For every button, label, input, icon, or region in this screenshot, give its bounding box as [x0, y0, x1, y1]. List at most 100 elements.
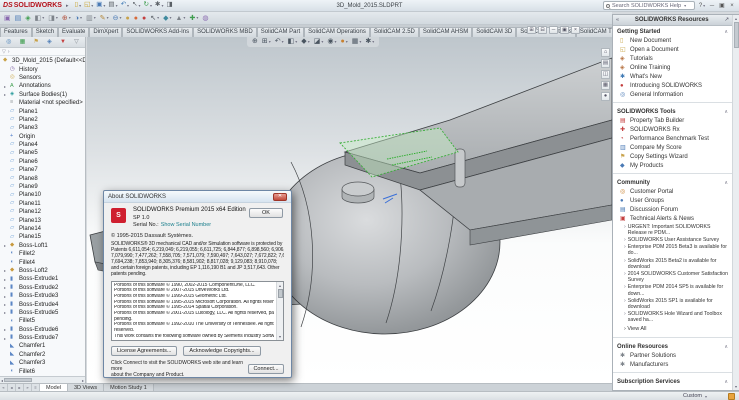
- news-link[interactable]: ›SolidWorks 2015 SP1 is available for do…: [624, 297, 729, 310]
- toolbar-icon[interactable]: ◑▾: [75, 15, 82, 22]
- tree-item[interactable]: ▸ ▮ Boss-Extrude7: [0, 334, 85, 342]
- toolbar-icon[interactable]: ✎▾: [100, 15, 109, 22]
- tree-item[interactable]: ▸ ◣ Chamfer3: [0, 359, 85, 367]
- doc-window-control-button[interactable]: ▣: [560, 26, 569, 34]
- commandmanager-tab[interactable]: SolidCAM Part: [257, 27, 304, 37]
- listbox-scrollbar[interactable]: ▴ ▾: [276, 282, 283, 340]
- commandmanager-tab[interactable]: SOLIDWORKS MBD: [193, 27, 257, 37]
- tree-item[interactable]: ▸ ▱ Plane11: [0, 200, 85, 208]
- dropdown-caret-icon[interactable]: ▾: [150, 4, 152, 8]
- task-pane-link[interactable]: ●User Groups: [613, 196, 732, 205]
- show-serial-number-link[interactable]: Show Serial Number: [161, 222, 211, 230]
- view-all-link[interactable]: › View All: [613, 324, 732, 334]
- section-online-resources[interactable]: Online Resources ∧: [613, 341, 732, 351]
- task-pane-tab[interactable]: ▤: [601, 59, 610, 68]
- tree-item[interactable]: ▸ ▮ Boss-Extrude2: [0, 284, 85, 292]
- window-control-button[interactable]: ▣: [718, 2, 726, 9]
- dropdown-caret-icon[interactable]: ▾: [116, 4, 118, 8]
- connect-button[interactable]: Connect...: [248, 364, 284, 374]
- dropdown-caret-icon[interactable]: ▾: [69, 16, 71, 20]
- task-pane-scrollbar[interactable]: ▴ ▾: [732, 15, 739, 390]
- quick-icon[interactable]: ▣▾: [96, 2, 105, 9]
- expand-arrow-icon[interactable]: ▸: [4, 302, 9, 307]
- task-pane-link[interactable]: ⚑Copy Settings Wizard: [613, 152, 732, 161]
- dropdown-caret-icon[interactable]: ▾: [196, 16, 198, 20]
- commandmanager-tab[interactable]: DimXpert: [89, 27, 122, 37]
- license-agreements-button[interactable]: License Agreements...: [111, 346, 177, 356]
- tree-item[interactable]: ▸ ▱ Plane15: [0, 233, 85, 241]
- collapse-chevron-icon[interactable]: ∧: [724, 29, 728, 35]
- dropdown-caret-icon[interactable]: ▾: [295, 40, 297, 44]
- dropdown-caret-icon[interactable]: ▾: [79, 4, 81, 8]
- news-link[interactable]: ›SOLIDWORKS Hole Wizard and Toolbox save…: [624, 311, 729, 324]
- dropdown-caret-icon[interactable]: ▾: [119, 16, 121, 20]
- tree-item[interactable]: ▸ ▮ Boss-Extrude5: [0, 309, 85, 317]
- task-pane-link[interactable]: ◔Performance Benchmark Test: [613, 134, 732, 143]
- tree-horizontal-scrollbar[interactable]: ◂ ▸: [0, 376, 85, 383]
- scroll-up-arrow-icon[interactable]: ▴: [279, 283, 281, 288]
- toolbar-icon[interactable]: ◈: [25, 15, 30, 22]
- task-pane-tab[interactable]: ◫: [601, 70, 610, 79]
- scrollbar-thumb[interactable]: [278, 289, 283, 298]
- task-pane-tab[interactable]: ⌂: [601, 48, 610, 57]
- featuremanager-tab[interactable]: ◈: [47, 39, 52, 45]
- dropdown-caret-icon[interactable]: ▾: [334, 40, 336, 44]
- tab-scroll-button[interactable]: ▸: [16, 384, 24, 391]
- tree-item[interactable]: ▸ ▱ Plane5: [0, 149, 85, 157]
- task-pane-link[interactable]: ▤Discussion Forum: [613, 205, 732, 214]
- dropdown-caret-icon[interactable]: ▾: [372, 40, 374, 44]
- tree-item[interactable]: ▸ ◖ Fillet2: [0, 250, 85, 258]
- tree-item[interactable]: ▸ ▱ Plane13: [0, 216, 85, 224]
- dropdown-caret-icon[interactable]: ▾: [139, 4, 141, 8]
- quick-icon[interactable]: ◱▾: [84, 2, 93, 9]
- task-pane-link[interactable]: ▥Compare My Score: [613, 143, 732, 152]
- document-tab[interactable]: Model: [40, 384, 68, 391]
- tree-root-item[interactable]: ◆ 3D_Mold_2015 (Default<<Default>_Dis: [0, 57, 85, 65]
- scroll-left-arrow-icon[interactable]: ◂: [1, 378, 3, 383]
- tree-item[interactable]: ▸ ▱ Plane9: [0, 183, 85, 191]
- task-pane-tab[interactable]: ▦: [601, 81, 610, 90]
- task-pane-link[interactable]: ▯New Document: [613, 36, 732, 45]
- featuremanager-tab[interactable]: ⚑: [34, 39, 39, 45]
- menu-flyout-icon[interactable]: ▸: [66, 3, 69, 9]
- scroll-down-arrow-icon[interactable]: ▾: [279, 334, 281, 339]
- expand-arrow-icon[interactable]: ▸: [4, 92, 9, 97]
- quick-icon[interactable]: ▤▾: [108, 2, 117, 9]
- quick-icon[interactable]: ▯▾: [74, 2, 81, 9]
- expand-arrow-icon[interactable]: ▸: [4, 268, 9, 273]
- tree-item[interactable]: ▸ ◆ Boss-Loft2: [0, 267, 85, 275]
- toolbar-icon[interactable]: ●: [134, 15, 138, 22]
- toolbar-icon[interactable]: ▥▾: [86, 15, 96, 22]
- task-pane-link[interactable]: ✱Partner Solutions: [613, 351, 732, 360]
- search-scope-caret-icon[interactable]: ▾: [684, 3, 686, 8]
- collapse-chevron-icon[interactable]: ∧: [724, 344, 728, 350]
- dropdown-caret-icon[interactable]: ▾: [359, 40, 361, 44]
- tree-item[interactable]: ▸ ◆ Boss-Loft1: [0, 242, 85, 250]
- tree-item[interactable]: ▸ ◖ Fillet5: [0, 317, 85, 325]
- news-link[interactable]: ›SolidWorks 2015 Beta2 is available for …: [624, 257, 729, 270]
- scroll-up-arrow-icon[interactable]: ▴: [735, 16, 737, 21]
- news-link[interactable]: ›Enterprise PDM 2015 Beta3 is available …: [624, 244, 729, 257]
- tree-item[interactable]: ▸ ▱ Plane6: [0, 158, 85, 166]
- collapse-pane-icon[interactable]: «: [616, 17, 619, 23]
- dialog-titlebar[interactable]: About SOLIDWORKS ✕: [104, 191, 291, 203]
- quick-icon[interactable]: ↻▾: [144, 2, 152, 9]
- task-pane-link[interactable]: ✱Manufacturers: [613, 360, 732, 369]
- dropdown-caret-icon[interactable]: ▾: [94, 16, 96, 20]
- toolbar-icon[interactable]: ↖▾: [150, 15, 159, 22]
- scrollbar-thumb[interactable]: [4, 378, 32, 382]
- tree-item[interactable]: ▸ ▱ Plane2: [0, 116, 85, 124]
- tree-item[interactable]: ▸ ◎ Sensors: [0, 74, 85, 82]
- collapse-chevron-icon[interactable]: ∧: [724, 180, 728, 186]
- expand-arrow-icon[interactable]: ▸: [4, 336, 9, 341]
- section-solidworks-tools[interactable]: SOLIDWORKS Tools ∧: [613, 106, 732, 116]
- tree-item[interactable]: ▸ ▱ Plane14: [0, 225, 85, 233]
- tree-item[interactable]: ▸ ▱ Plane7: [0, 166, 85, 174]
- featuremanager-tab[interactable]: ▼: [60, 39, 66, 45]
- dropdown-caret-icon[interactable]: ▾: [346, 40, 348, 44]
- section-community[interactable]: Community ∧: [613, 177, 732, 187]
- task-pane-link[interactable]: ◱Open a Document: [613, 45, 732, 54]
- tree-item[interactable]: ▸ ◷ History: [0, 65, 85, 73]
- dropdown-caret-icon[interactable]: ▾: [321, 40, 323, 44]
- collapse-chevron-icon[interactable]: ∧: [724, 109, 728, 115]
